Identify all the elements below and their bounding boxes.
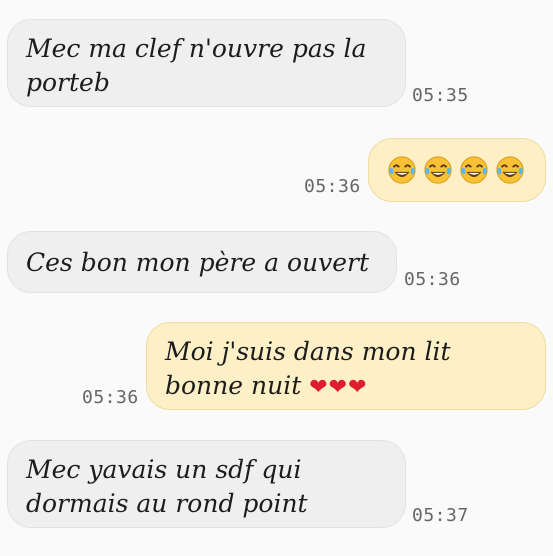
message-timestamp: 05:36 — [304, 176, 361, 197]
message-text: Ces bon mon père a ouvert — [26, 248, 370, 277]
red-heart-icon: ❤❤❤ — [309, 375, 368, 400]
face-with-tears-of-joy-icon — [460, 156, 488, 184]
message-timestamp: 05:35 — [412, 85, 469, 106]
message-bubble-outgoing[interactable] — [368, 138, 546, 202]
message-text-line: Moi j'suis dans mon lit — [165, 337, 451, 366]
message-bubble-incoming[interactable]: Mec ma clef n'ouvre pas la porteb — [7, 19, 406, 107]
message-bubble-incoming[interactable]: Mec yavais un sdf qui dormais au rond po… — [7, 440, 406, 528]
message-text-line: bonne nuit — [165, 371, 302, 400]
face-with-tears-of-joy-icon — [388, 156, 416, 184]
message-timestamp: 05:36 — [404, 269, 461, 290]
message-timestamp: 05:37 — [412, 505, 469, 526]
face-with-tears-of-joy-icon — [496, 156, 524, 184]
emoji-group — [387, 155, 545, 185]
message-timestamp: 05:36 — [82, 387, 139, 408]
message-text: Mec ma clef n'ouvre pas la porteb — [26, 34, 367, 97]
message-bubble-incoming[interactable]: Ces bon mon père a ouvert — [7, 231, 397, 293]
face-with-tears-of-joy-icon — [424, 156, 452, 184]
message-text-line-with-hearts: bonne nuit ❤❤❤ — [165, 369, 527, 405]
message-bubble-outgoing[interactable]: Moi j'suis dans mon lit bonne nuit ❤❤❤ — [146, 322, 546, 410]
message-text: Mec yavais un sdf qui dormais au rond po… — [26, 455, 308, 518]
chat-conversation: Mec ma clef n'ouvre pas la porteb 05:35 … — [0, 0, 553, 556]
